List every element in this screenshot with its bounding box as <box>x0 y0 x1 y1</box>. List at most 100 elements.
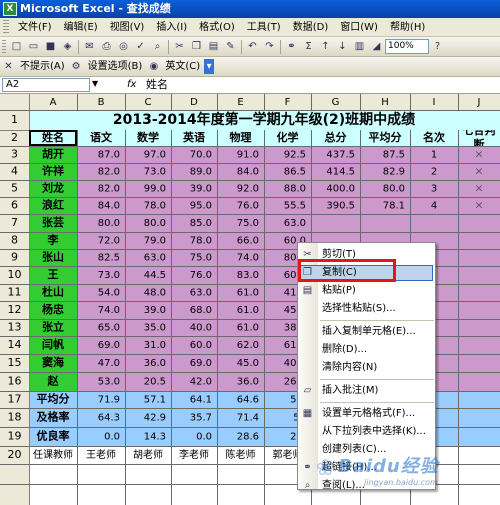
globe-icon[interactable]: ◉ <box>146 59 161 74</box>
email-icon[interactable]: ✉ <box>82 39 97 54</box>
context-menu-item[interactable]: 创建列表(C)... <box>298 441 435 458</box>
summary-value: 71.4 <box>237 413 259 424</box>
no-prompt-button[interactable]: 不提示(A) <box>17 57 68 76</box>
context-menu-item[interactable]: 删除(D)... <box>298 341 435 358</box>
chart-wizard-icon[interactable]: ▥ <box>352 39 367 54</box>
student-name: 胡开 <box>42 147 64 161</box>
hyperlink-icon[interactable]: ⚭ <box>284 39 299 54</box>
row-header-5: 5 <box>11 182 18 195</box>
context-menu-item[interactable]: 选择性粘贴(S)... <box>298 300 435 317</box>
context-menu-item[interactable]: ▱ 插入批注(M) <box>298 382 435 399</box>
menu-view[interactable]: 视图(V) <box>104 18 151 37</box>
zoom-select[interactable]: 100% <box>385 39 429 54</box>
score-cell: × <box>474 199 483 212</box>
header-2: 数学 <box>137 130 159 144</box>
namebox-dropdown-icon[interactable]: ▼ <box>92 79 98 88</box>
autosum-icon[interactable]: Σ <box>301 39 316 54</box>
context-menu-item[interactable]: ▦ 设置单元格格式(F)... <box>298 405 435 422</box>
score-cell: × <box>474 182 483 195</box>
copy-icon[interactable]: ❐ <box>189 39 204 54</box>
toolbar-grip[interactable] <box>2 40 6 54</box>
score-cell: 75.0 <box>237 218 259 229</box>
score-cell: × <box>474 165 483 178</box>
menu-format[interactable]: 格式(O) <box>193 18 241 37</box>
open-icon[interactable]: ▭ <box>26 39 41 54</box>
context-menu-item[interactable]: ✂ 剪切(T) <box>298 246 435 263</box>
row-header-13: 13 <box>8 321 22 334</box>
context-menu-item[interactable]: ⚭ 超链接(H)... <box>298 459 435 476</box>
summary-label: 优良率 <box>37 429 70 443</box>
column-header-strip[interactable] <box>0 94 500 110</box>
context-menu-item-label: 设置单元格格式(F)... <box>322 408 416 419</box>
format-cells-icon: ▦ <box>302 408 313 419</box>
student-name: 李 <box>47 233 60 247</box>
row-header-15: 15 <box>8 356 22 369</box>
score-cell: 68.0 <box>190 305 212 316</box>
score-cell: 69.0 <box>98 340 120 351</box>
toolbar-options-icon[interactable]: ▾ <box>204 59 215 74</box>
cut-icon[interactable]: ✂ <box>172 39 187 54</box>
help-icon[interactable]: ? <box>430 39 445 54</box>
score-cell: 78.0 <box>190 236 212 247</box>
menu-edit[interactable]: 编辑(E) <box>58 18 104 37</box>
context-menu-item[interactable]: 清除内容(N) <box>298 359 435 376</box>
row-header-1: 1 <box>11 113 18 126</box>
hyperlink-icon: ⚭ <box>303 462 312 473</box>
menu-insert[interactable]: 插入(I) <box>150 18 193 37</box>
close-icon[interactable]: ✕ <box>1 59 16 74</box>
sort-ascending-icon[interactable]: ↑ <box>318 39 333 54</box>
row-header-10: 10 <box>8 268 22 281</box>
redo-icon[interactable]: ↷ <box>262 39 277 54</box>
context-menu-item[interactable]: 从下拉列表中选择(K)... <box>298 423 435 440</box>
row-header-6: 6 <box>11 199 18 212</box>
save-icon[interactable]: ■ <box>43 39 58 54</box>
undo-icon[interactable]: ↶ <box>245 39 260 54</box>
paste-icon[interactable]: ▤ <box>206 39 221 54</box>
score-cell: 36.0 <box>144 358 166 369</box>
context-menu-item-label: 选择性粘贴(S)... <box>322 303 396 314</box>
context-menu-item[interactable]: 插入复制单元格(E)... <box>298 323 435 340</box>
print-icon[interactable]: ⎙ <box>99 39 114 54</box>
drawing-icon[interactable]: ◢ <box>369 39 384 54</box>
summary-value: 0.0 <box>196 432 212 443</box>
new-icon[interactable]: □ <box>9 39 24 54</box>
row-header-18: 18 <box>8 411 22 424</box>
score-cell: 80.0 <box>144 218 166 229</box>
teacher-label: 任课教师 <box>33 448 73 461</box>
teacher-name: 王老师 <box>86 448 116 461</box>
student-name: 许祥 <box>42 164 64 178</box>
student-name: 张山 <box>42 250 64 264</box>
context-menu-item[interactable]: ⌕ 查阅(L)... <box>298 477 435 494</box>
score-cell: 79.0 <box>144 236 166 247</box>
sort-descending-icon[interactable]: ↓ <box>335 39 350 54</box>
summary-value: 0.0 <box>104 432 120 443</box>
menu-tools[interactable]: 工具(T) <box>241 18 287 37</box>
research-icon[interactable]: ⌕ <box>150 39 165 54</box>
context-menu-item[interactable]: ❐ 复制(C) <box>298 264 435 281</box>
menu-data[interactable]: 数据(D) <box>287 18 335 37</box>
menu-help[interactable]: 帮助(H) <box>384 18 431 37</box>
score-cell: 73.0 <box>144 167 166 178</box>
row-header-8: 8 <box>11 234 18 247</box>
english-button[interactable]: 英文(C) <box>162 57 203 76</box>
gear-icon[interactable]: ⚙ <box>69 59 84 74</box>
summary-value: 64.3 <box>98 413 120 424</box>
name-box[interactable]: A2 <box>2 78 90 92</box>
format-painter-icon[interactable]: ✎ <box>223 39 238 54</box>
menubar-grip[interactable] <box>3 20 9 34</box>
score-cell: 400.0 <box>326 184 355 195</box>
print-preview-icon[interactable]: ◎ <box>116 39 131 54</box>
summary-value: 35.7 <box>190 413 212 424</box>
student-name: 闫帆 <box>42 337 64 351</box>
spelling-icon[interactable]: ✓ <box>133 39 148 54</box>
score-cell: 70.0 <box>190 150 212 161</box>
menu-window[interactable]: 窗口(W) <box>334 18 384 37</box>
score-cell: 82.5 <box>98 253 120 264</box>
context-menu-item[interactable]: ▤ 粘贴(P) <box>298 282 435 299</box>
formula-input[interactable]: 姓名 <box>146 78 168 92</box>
excel-app-icon[interactable]: X <box>3 2 17 16</box>
menu-file[interactable]: 文件(F) <box>12 18 58 37</box>
settings-button[interactable]: 设置选项(B) <box>85 57 146 76</box>
permission-icon[interactable]: ◈ <box>60 39 75 54</box>
fx-icon[interactable]: fx <box>127 78 136 92</box>
